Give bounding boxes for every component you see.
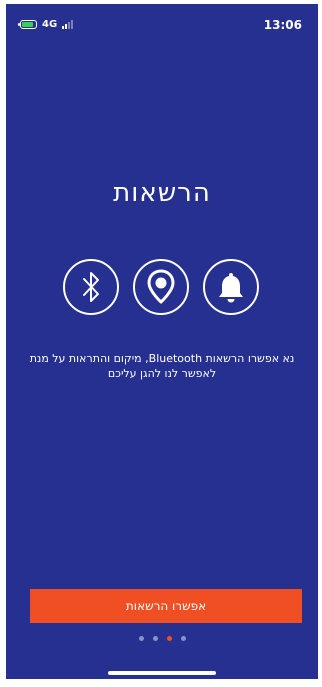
page-dot-active[interactable] xyxy=(166,636,172,641)
description-line-1: נא אפשרו הרשאות Bluetooth, מיקום והתראות… xyxy=(29,352,295,365)
page-indicator xyxy=(6,636,318,641)
page-dot[interactable] xyxy=(180,636,186,641)
bell-icon xyxy=(203,259,259,315)
battery-icon xyxy=(18,20,37,29)
page-dot[interactable] xyxy=(152,636,158,641)
status-bar: 4G 13:06 xyxy=(18,14,302,36)
status-time: 13:06 xyxy=(263,18,302,32)
network-type: 4G xyxy=(42,19,58,30)
home-indicator[interactable] xyxy=(108,671,216,675)
permissions-description: נא אפשרו הרשאות Bluetooth, מיקום והתראות… xyxy=(12,351,312,381)
status-indicators: 4G xyxy=(18,19,74,30)
page-dot[interactable] xyxy=(138,636,144,641)
allow-permissions-button[interactable]: אפשרו הרשאות xyxy=(30,589,302,623)
permission-icons xyxy=(63,259,259,315)
location-pin-icon xyxy=(133,259,189,315)
description-line-2: לאפשר לנו להגן עליכם xyxy=(107,367,217,380)
signal-icon xyxy=(62,20,74,29)
bluetooth-icon xyxy=(63,259,119,315)
permissions-screen: 4G 13:06 הרשאות נא אפשרו הרשאות Bluetoot… xyxy=(6,4,318,679)
page-title: הרשאות xyxy=(113,178,211,208)
